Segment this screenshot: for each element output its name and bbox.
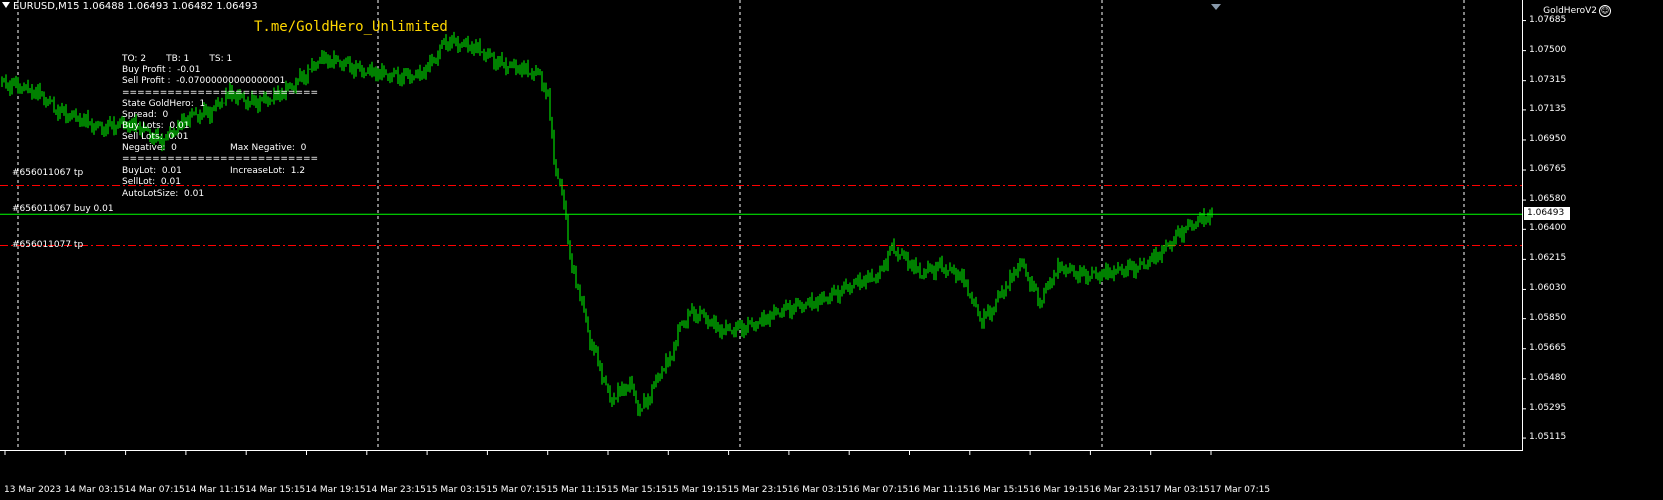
chart-grid [17,0,1465,450]
time-tick-label: 14 Mar 07:15 [124,485,185,495]
time-tick-label: 17 Mar 03:15 [1149,485,1210,495]
time-tick-label: 14 Mar 11:15 [184,485,245,495]
order-buy-label[interactable]: #656011067 buy 0.01 [12,204,114,214]
time-tick-label: 15 Mar 15:15 [607,485,668,495]
price-tick-label: 1.06580 [1529,194,1567,205]
time-tick-label: 14 Mar 15:15 [245,485,306,495]
time-tick-label: 15 Mar 19:15 [667,485,728,495]
order-tp-label[interactable]: #656011077 tp [12,240,83,250]
time-tick-label: 16 Mar 03:15 [787,485,848,495]
price-tick-label: 1.07135 [1529,103,1567,114]
chart-axes [0,0,1526,455]
time-tick-label: 14 Mar 23:15 [365,485,426,495]
smiley-icon: ☺ [1599,5,1611,17]
time-tick-label: 16 Mar 11:15 [908,485,969,495]
order-tp-label[interactable]: #656011067 tp [12,168,83,178]
take-profit-lines [0,184,1522,247]
dropdown-triangle-icon[interactable] [2,2,10,8]
panel-sell-profit: Sell Profit : -0.07000000000000001 [122,76,286,86]
price-tick-label: 1.05115 [1529,432,1567,443]
time-tick-label: 16 Mar 23:15 [1089,485,1150,495]
watermark-text: T.me/GoldHero_Unlimited [254,19,448,35]
price-tick-label: 1.06215 [1529,253,1567,264]
time-tick-label: 15 Mar 07:15 [486,485,547,495]
panel-separator: ========================== [122,154,319,164]
time-tick-label: 17 Mar 07:15 [1210,485,1271,495]
price-tick-label: 1.07685 [1529,14,1567,25]
symbol-ohlc: EURUSD,M15 1.06488 1.06493 1.06482 1.064… [13,1,258,12]
price-tick-label: 1.05480 [1529,372,1567,383]
time-tick-label: 15 Mar 03:15 [426,485,487,495]
time-tick-label: 16 Mar 15:15 [968,485,1029,495]
time-tick-label: 15 Mar 11:15 [546,485,607,495]
price-tick-label: 1.05295 [1529,402,1567,413]
time-tick-label: 13 Mar 2023 [4,485,62,495]
price-tick-label: 1.06400 [1529,223,1567,234]
chart-shift-marker [1211,4,1221,10]
time-tick-label: 14 Mar 19:15 [305,485,366,495]
price-tick-label: 1.06030 [1529,283,1567,294]
current-price-tag: 1.06493 [1524,207,1570,220]
time-tick-label: 14 Mar 03:15 [64,485,125,495]
price-tick-label: 1.06765 [1529,164,1567,175]
time-tick-label: 16 Mar 07:15 [848,485,909,495]
panel-sell-lot: SellLot: 0.01 [122,177,181,187]
panel-auto-lot: AutoLotSize: 0.01 [122,189,205,199]
panel-increase-lot: IncreaseLot: 1.2 [230,166,306,176]
symbol-header[interactable]: EURUSD,M15 1.06488 1.06493 1.06482 1.064… [2,1,258,12]
time-tick-label: 15 Mar 23:15 [727,485,788,495]
price-tick-label: 1.05850 [1529,312,1567,323]
price-tick-label: 1.07500 [1529,44,1567,55]
time-tick-label: 16 Mar 19:15 [1029,485,1090,495]
price-tick-label: 1.07315 [1529,74,1567,85]
price-tick-label: 1.06950 [1529,133,1567,144]
price-tick-label: 1.05665 [1529,342,1567,353]
